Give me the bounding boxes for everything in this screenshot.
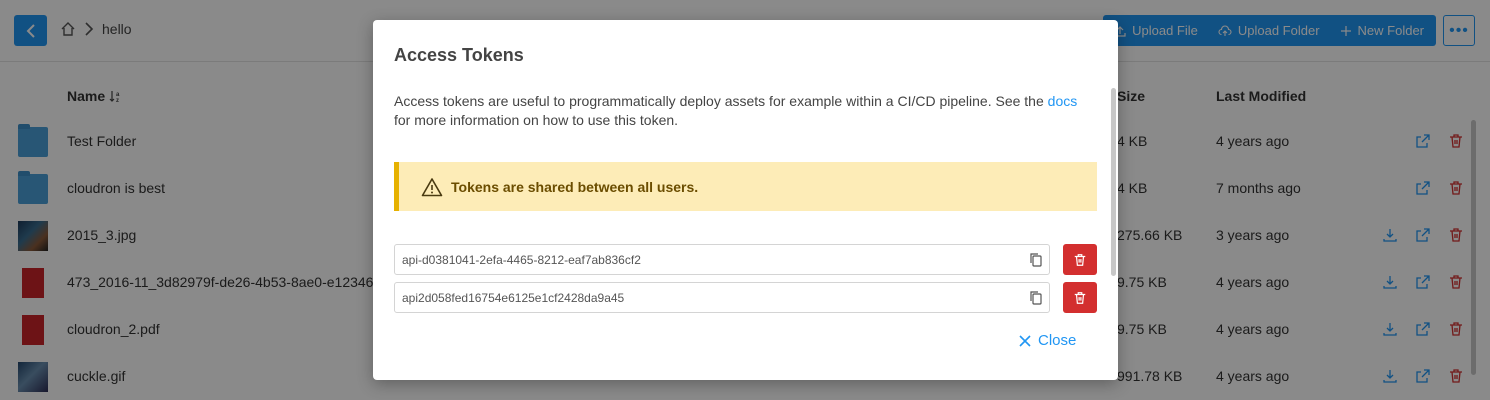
dialog-description: Access tokens are useful to programmatic… [394, 92, 1094, 130]
dialog-scrollbar[interactable] [1111, 88, 1116, 276]
warning-icon [421, 177, 443, 196]
trash-icon [1074, 253, 1086, 266]
description-text-end: for more information on how to use this … [394, 112, 679, 128]
delete-token-button[interactable] [1063, 282, 1097, 313]
token-field[interactable]: api2d058fed16754e6125e1cf2428da9a45 [394, 282, 1050, 313]
close-button[interactable]: Close [1019, 332, 1076, 349]
token-value: api-d0381041-2efa-4465-8212-eaf7ab836cf2 [402, 252, 641, 267]
trash-icon [1074, 291, 1086, 304]
close-label: Close [1038, 332, 1077, 349]
copy-icon[interactable] [1029, 290, 1043, 306]
copy-icon[interactable] [1029, 252, 1043, 268]
token-value: api2d058fed16754e6125e1cf2428da9a45 [402, 290, 625, 305]
close-icon [1019, 334, 1031, 347]
warning-banner: Tokens are shared between all users. [394, 162, 1097, 211]
access-tokens-dialog: Access Tokens Access tokens are useful t… [373, 20, 1118, 380]
description-text: Access tokens are useful to programmatic… [394, 93, 1048, 109]
dialog-title: Access Tokens [394, 45, 524, 65]
docs-link[interactable]: docs [1048, 93, 1078, 109]
token-field[interactable]: api-d0381041-2efa-4465-8212-eaf7ab836cf2 [394, 244, 1050, 275]
warning-text: Tokens are shared between all users. [451, 178, 699, 195]
delete-token-button[interactable] [1063, 244, 1097, 275]
